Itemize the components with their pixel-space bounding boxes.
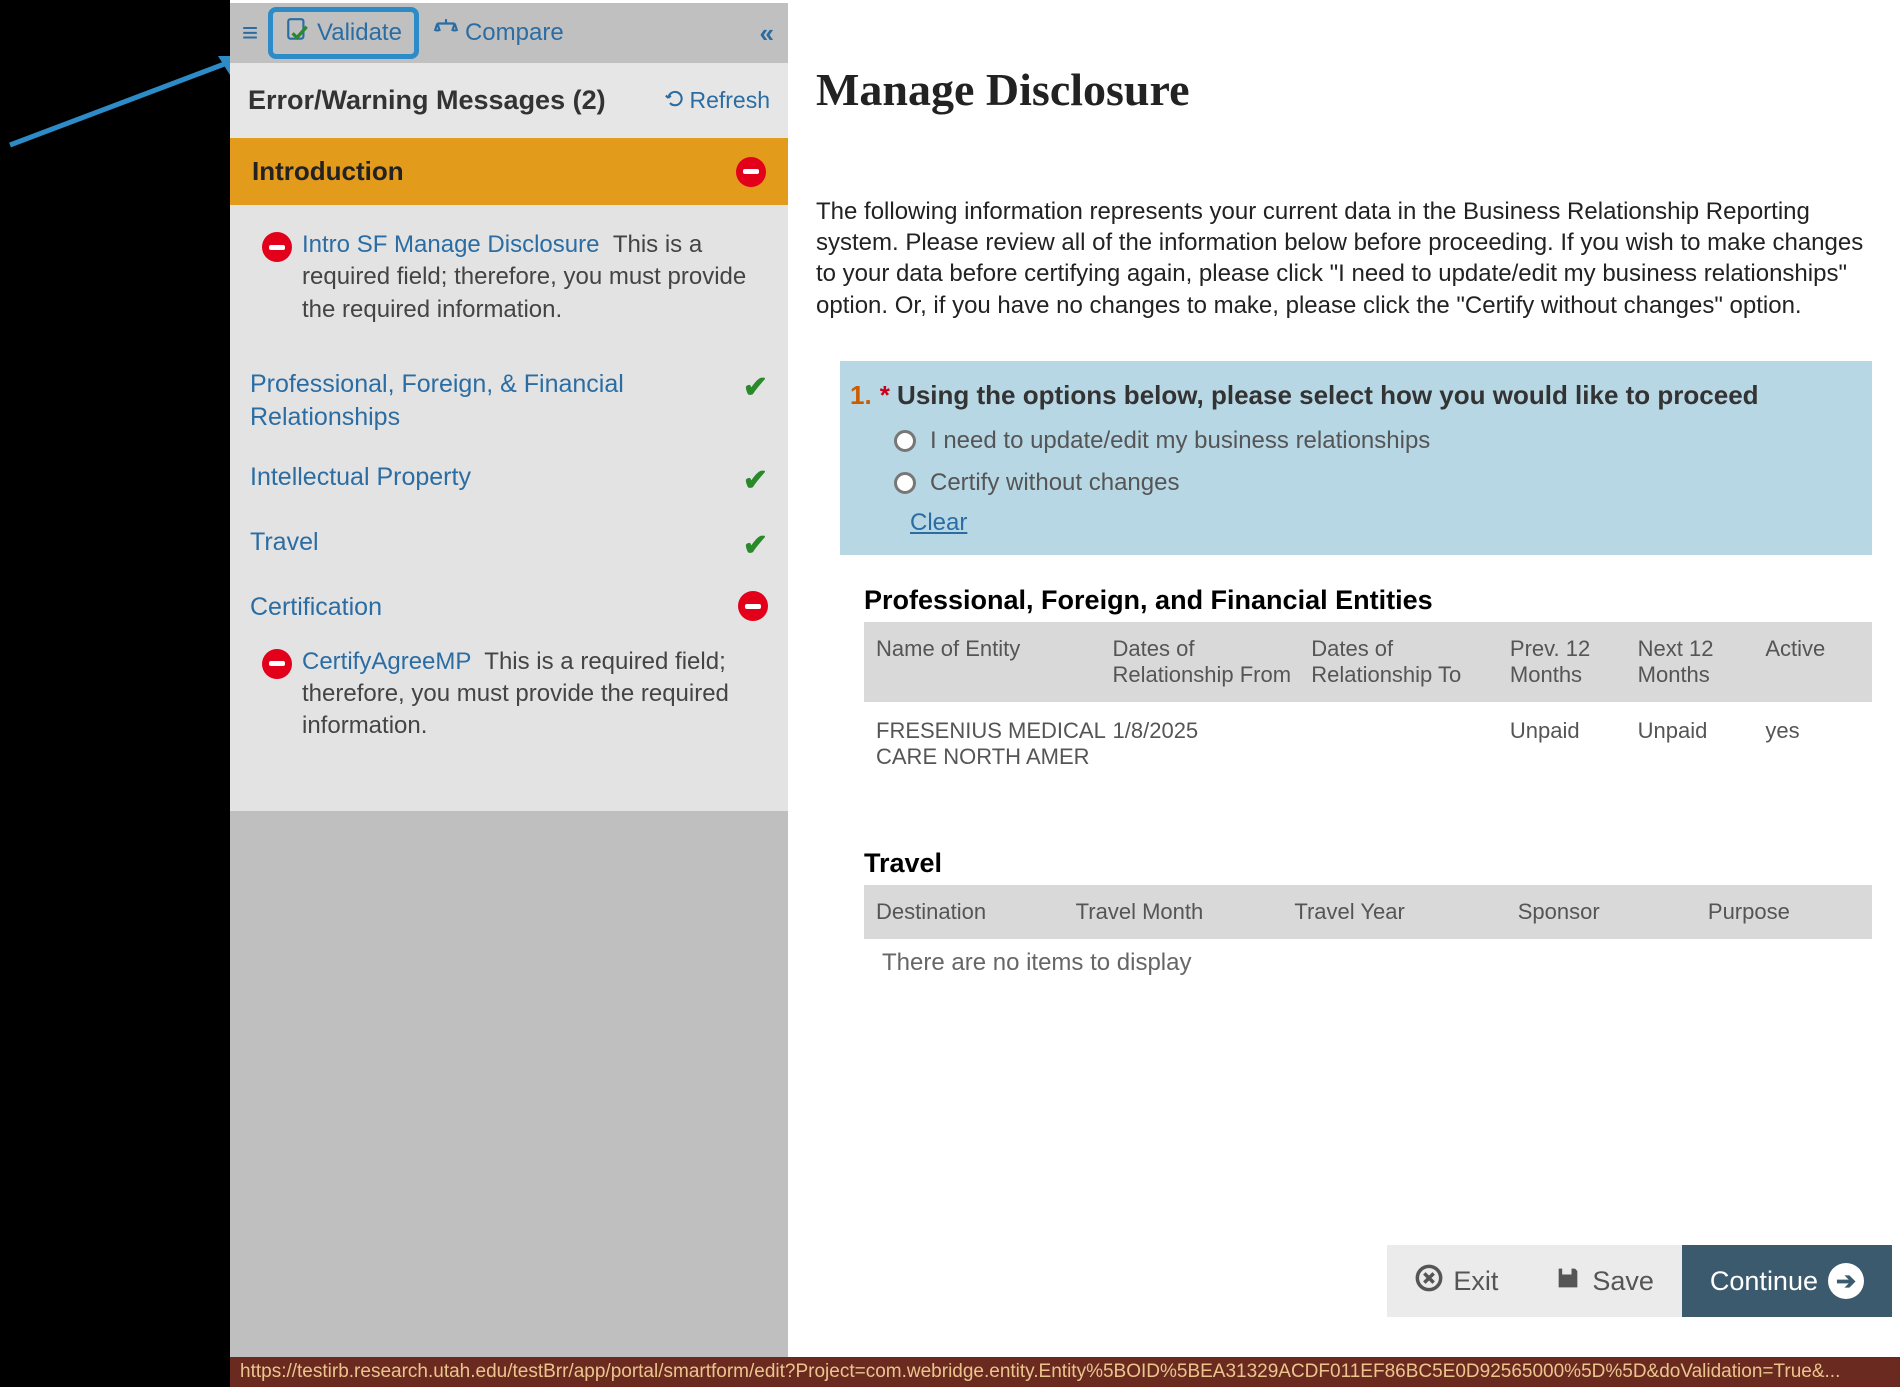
- col-header: Destination: [876, 899, 1076, 925]
- compare-icon: [433, 17, 459, 50]
- error-icon: [738, 591, 768, 621]
- error-detail-certification: CertifyAgreeMP This is a required field;…: [262, 646, 768, 743]
- error-icon: [262, 232, 292, 262]
- error-name[interactable]: CertifyAgreeMP: [302, 648, 471, 675]
- col-header: Dates of Relationship To: [1311, 636, 1510, 688]
- cell: [1311, 718, 1510, 770]
- validate-label: Validate: [317, 19, 402, 47]
- sidebar-title: Error/Warning Messages (2): [248, 85, 665, 116]
- sidebar: Error/Warning Messages (2) Refresh Intro…: [230, 63, 788, 1357]
- col-header: Travel Month: [1076, 899, 1295, 925]
- arrow-right-icon: ➔: [1828, 1263, 1864, 1299]
- sidebar-section-introduction[interactable]: Introduction: [230, 138, 788, 205]
- save-button[interactable]: Save: [1526, 1245, 1682, 1317]
- cell: Unpaid: [1510, 718, 1638, 770]
- refresh-icon: [665, 87, 685, 114]
- sidebar-item-certification[interactable]: Certification: [250, 577, 768, 638]
- sidebar-body: Intro SF Manage Disclosure This is a req…: [230, 205, 788, 811]
- travel-section-title: Travel: [864, 848, 1872, 879]
- sidebar-item-ip[interactable]: Intellectual Property ✔: [250, 447, 768, 512]
- clear-link[interactable]: Clear: [910, 509, 967, 537]
- compare-label: Compare: [465, 19, 564, 47]
- sidebar-item-professional[interactable]: Professional, Foreign, & Financial Relat…: [250, 354, 768, 447]
- table-header-row: Destination Travel Month Travel Year Spo…: [864, 885, 1872, 939]
- col-header: Purpose: [1708, 899, 1860, 925]
- travel-table: Destination Travel Month Travel Year Spo…: [864, 885, 1872, 977]
- validate-button[interactable]: Validate: [268, 7, 419, 59]
- sidebar-toolbar: ≡ Validate Compare «: [230, 3, 788, 63]
- continue-label: Continue: [1710, 1266, 1818, 1297]
- cell: yes: [1765, 718, 1860, 770]
- error-icon: [736, 157, 766, 187]
- sidebar-header: Error/Warning Messages (2) Refresh: [230, 63, 788, 138]
- table-row[interactable]: FRESENIUS MEDICAL CARE NORTH AMER 1/8/20…: [864, 702, 1872, 786]
- col-header: Dates of Relationship From: [1113, 636, 1312, 688]
- radio-label: Certify without changes: [930, 469, 1179, 497]
- refresh-label: Refresh: [689, 87, 770, 114]
- menu-icon[interactable]: ≡: [230, 3, 270, 63]
- col-header: Travel Year: [1294, 899, 1517, 925]
- compare-button[interactable]: Compare: [433, 17, 564, 50]
- page-title: Manage Disclosure: [816, 63, 1872, 116]
- sidebar-item-label: Travel: [250, 526, 743, 559]
- cell: FRESENIUS MEDICAL CARE NORTH AMER: [876, 718, 1113, 770]
- error-name[interactable]: Intro SF Manage Disclosure: [302, 231, 599, 258]
- radio-option-certify[interactable]: Certify without changes: [894, 469, 1850, 497]
- sidebar-item-travel[interactable]: Travel ✔: [250, 512, 768, 577]
- question-number: 1.: [850, 379, 872, 413]
- collapse-sidebar-icon[interactable]: «: [760, 18, 774, 49]
- pfe-section-title: Professional, Foreign, and Financial Ent…: [864, 585, 1872, 616]
- validate-icon: [285, 17, 311, 50]
- save-icon: [1554, 1264, 1582, 1299]
- error-detail-intro: Intro SF Manage Disclosure This is a req…: [262, 229, 768, 326]
- col-header: Name of Entity: [876, 636, 1113, 688]
- exit-label: Exit: [1453, 1266, 1498, 1297]
- col-header: Active: [1765, 636, 1860, 688]
- travel-empty-message: There are no items to display: [864, 939, 1872, 977]
- exit-button[interactable]: Exit: [1387, 1245, 1526, 1317]
- radio-icon: [894, 472, 916, 494]
- cell: 1/8/2025: [1113, 718, 1312, 770]
- check-icon: ✔: [743, 463, 768, 498]
- sidebar-item-label: Professional, Foreign, & Financial Relat…: [250, 368, 743, 433]
- sidebar-item-label: Certification: [250, 591, 738, 624]
- continue-button[interactable]: Continue ➔: [1682, 1245, 1892, 1317]
- error-icon: [262, 649, 292, 679]
- status-url: https://testirb.research.utah.edu/testBr…: [240, 1361, 1840, 1383]
- refresh-button[interactable]: Refresh: [665, 87, 770, 114]
- required-star: *: [880, 380, 890, 410]
- col-header: Next 12 Months: [1638, 636, 1766, 688]
- intro-text: The following information represents you…: [816, 196, 1872, 321]
- introduction-label: Introduction: [252, 156, 736, 187]
- save-label: Save: [1592, 1266, 1654, 1297]
- table-header-row: Name of Entity Dates of Relationship Fro…: [864, 622, 1872, 702]
- sidebar-item-label: Intellectual Property: [250, 461, 743, 494]
- question-block: 1. * Using the options below, please sel…: [840, 361, 1872, 555]
- radio-label: I need to update/edit my business relati…: [930, 427, 1430, 455]
- cell: Unpaid: [1638, 718, 1766, 770]
- radio-icon: [894, 430, 916, 452]
- col-header: Prev. 12 Months: [1510, 636, 1638, 688]
- col-header: Sponsor: [1518, 899, 1708, 925]
- check-icon: ✔: [743, 370, 768, 405]
- status-bar: https://testirb.research.utah.edu/testBr…: [230, 1357, 1900, 1387]
- question-heading: 1. * Using the options below, please sel…: [850, 379, 1850, 413]
- question-text: Using the options below, please select h…: [897, 380, 1759, 410]
- pfe-table: Name of Entity Dates of Relationship Fro…: [864, 622, 1872, 786]
- left-black-margin: [0, 0, 230, 1387]
- check-icon: ✔: [743, 528, 768, 563]
- footer-buttons: Exit Save Continue ➔: [1387, 1245, 1892, 1317]
- radio-option-update[interactable]: I need to update/edit my business relati…: [894, 427, 1850, 455]
- close-circle-icon: [1415, 1264, 1443, 1299]
- main-content: Manage Disclosure The following informat…: [788, 3, 1900, 1357]
